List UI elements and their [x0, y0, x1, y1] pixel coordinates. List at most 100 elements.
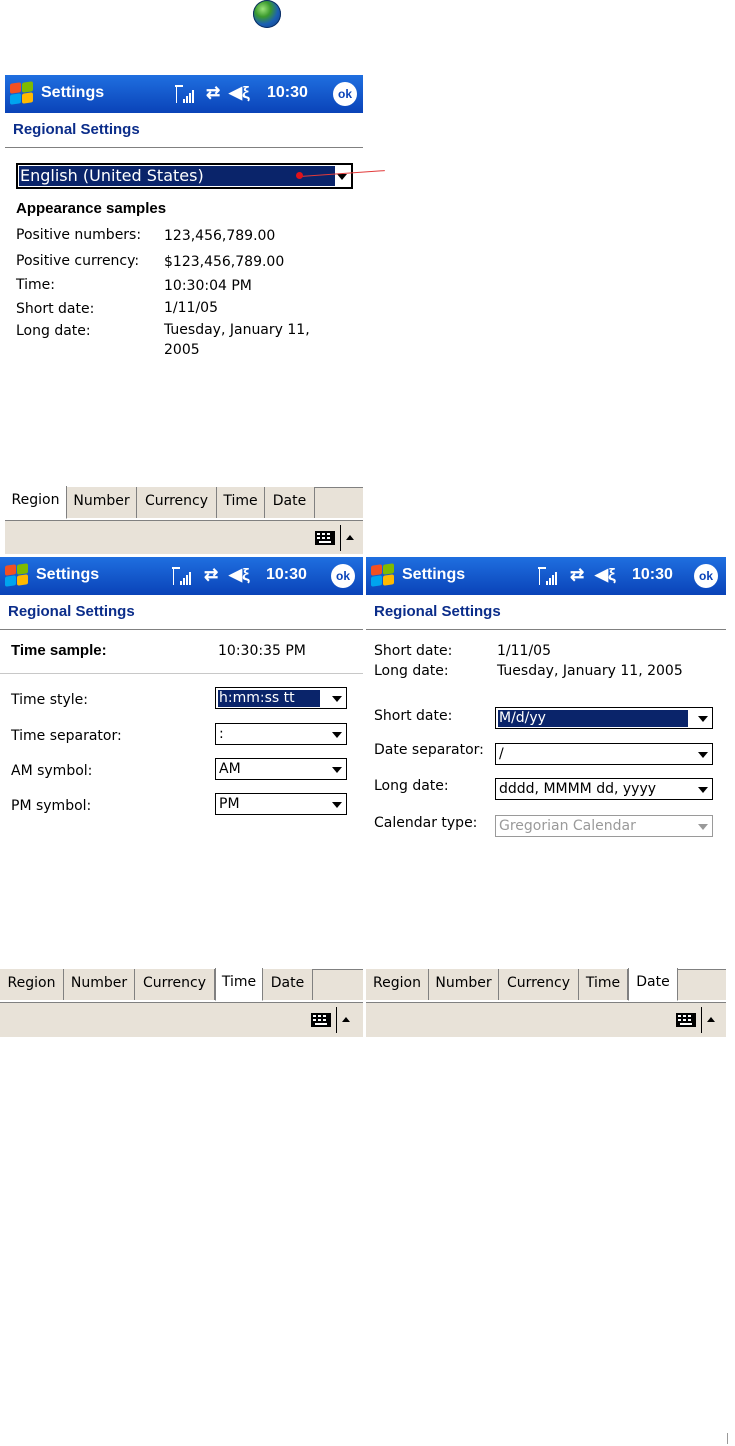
short-date-select[interactable]: M/d/yy [495, 707, 713, 729]
time-sample-value: 10:30:35 PM [218, 643, 306, 659]
tab-time[interactable]: Time [579, 969, 628, 1000]
page-title: Regional Settings [13, 121, 140, 138]
sample-value-time: 10:30:04 PM [164, 278, 252, 294]
globe-icon [253, 0, 281, 28]
short-date-value: M/d/yy [498, 710, 688, 727]
sample-value-numbers: 123,456,789.00 [164, 228, 276, 244]
tab-region[interactable]: Region [366, 969, 429, 1000]
page-title: Regional Settings [374, 603, 501, 620]
date-separator-label: Date separator: [374, 742, 484, 758]
time-style-label: Time style: [11, 692, 88, 708]
pm-symbol-select[interactable]: PM [215, 793, 347, 815]
menu-bar [0, 1002, 363, 1037]
sample-label-long-date: Long date: [374, 663, 449, 679]
sample-value-long-date: Tuesday, January 11, 2005 [497, 663, 683, 679]
sample-value-long-date-line2: 2005 [164, 342, 200, 358]
chevron-down-icon [332, 767, 342, 773]
long-date-select[interactable]: dddd, MMMM dd, yyyy [495, 778, 713, 800]
tab-region[interactable]: Region [5, 486, 67, 519]
sync-icon[interactable]: ⇄ [206, 83, 220, 103]
pm-symbol-value: PM [219, 796, 240, 812]
windows-start-icon[interactable] [370, 563, 396, 588]
speaker-muted-icon[interactable]: ◀ξ [229, 83, 250, 103]
tab-number[interactable]: Number [429, 969, 499, 1000]
signal-icon [538, 567, 560, 585]
page-header: Regional Settings [5, 113, 363, 148]
menu-bar [5, 520, 363, 554]
am-symbol-select[interactable]: AM [215, 758, 347, 780]
short-date-label: Short date: [374, 708, 453, 724]
chevron-down-icon [698, 824, 708, 830]
page-title: Regional Settings [8, 603, 135, 620]
tab-time[interactable]: Time [217, 487, 265, 518]
tab-region[interactable]: Region [0, 969, 64, 1000]
keyboard-icon[interactable] [676, 1013, 696, 1027]
tab-number[interactable]: Number [64, 969, 135, 1000]
tab-date[interactable]: Date [265, 487, 315, 518]
date-separator-select[interactable]: / [495, 743, 713, 765]
long-date-label: Long date: [374, 778, 449, 794]
tab-currency[interactable]: Currency [137, 487, 217, 518]
chevron-down-icon [698, 787, 708, 793]
signal-icon [175, 85, 197, 103]
menu-bar [366, 1002, 726, 1037]
chevron-down-icon [337, 174, 347, 180]
tab-time[interactable]: Time [215, 968, 263, 1001]
clock[interactable]: 10:30 [266, 566, 307, 584]
sample-value-short-date: 1/11/05 [497, 643, 551, 659]
time-style-select[interactable]: h:mm:ss tt [215, 687, 347, 709]
page-header: Regional Settings [366, 595, 726, 630]
chevron-down-icon [332, 696, 342, 702]
clock[interactable]: 10:30 [632, 566, 673, 584]
chevron-down-icon [698, 752, 708, 758]
tab-currency[interactable]: Currency [135, 969, 215, 1000]
ok-button[interactable]: ok [694, 564, 718, 588]
signal-icon [172, 567, 194, 585]
ok-button[interactable]: ok [333, 82, 357, 106]
time-separator-select[interactable]: : [215, 723, 347, 745]
calendar-type-value: Gregorian Calendar [499, 818, 636, 834]
app-title: Settings [41, 84, 105, 101]
sample-label-long-date: Long date: [16, 323, 91, 339]
chevron-down-icon [332, 732, 342, 738]
tab-bar: Region Number Currency Time Date [366, 968, 726, 1001]
callout-dot [296, 172, 303, 179]
sample-value-currency: $123,456,789.00 [164, 254, 285, 270]
calendar-type-label: Calendar type: [374, 815, 478, 831]
tab-date[interactable]: Date [263, 969, 313, 1000]
sip-arrow-icon[interactable] [342, 1017, 350, 1022]
speaker-muted-icon[interactable]: ◀ξ [229, 565, 250, 585]
sample-label-time: Time: [16, 277, 55, 293]
region-select-value: English (United States) [19, 166, 335, 186]
sip-arrow-icon[interactable] [707, 1017, 715, 1022]
tab-bar: Region Number Currency Time Date [5, 486, 363, 519]
windows-start-icon[interactable] [9, 81, 35, 106]
tab-bar: Region Number Currency Time Date [0, 968, 363, 1001]
sync-icon[interactable]: ⇄ [204, 565, 218, 585]
keyboard-icon[interactable] [315, 531, 335, 545]
am-symbol-label: AM symbol: [11, 763, 93, 779]
ok-button[interactable]: ok [331, 564, 355, 588]
tab-number[interactable]: Number [67, 487, 137, 518]
tab-currency[interactable]: Currency [499, 969, 579, 1000]
sip-arrow-icon[interactable] [346, 535, 354, 540]
speaker-muted-icon[interactable]: ◀ξ [595, 565, 616, 585]
pm-symbol-label: PM symbol: [11, 798, 92, 814]
time-separator-label: Time separator: [11, 728, 122, 744]
am-symbol-value: AM [219, 761, 241, 777]
sample-label-short-date: Short date: [374, 643, 453, 659]
time-sample-label: Time sample: [11, 642, 107, 659]
tab-date[interactable]: Date [628, 968, 678, 1001]
time-style-value: h:mm:ss tt [218, 690, 320, 707]
chevron-down-icon [332, 802, 342, 808]
sample-value-long-date-line1: Tuesday, January 11, [164, 322, 310, 338]
sync-icon[interactable]: ⇄ [570, 565, 584, 585]
clock[interactable]: 10:30 [267, 84, 308, 102]
title-bar: Settings ⇄ ◀ξ 10:30 ok [5, 75, 363, 113]
app-title: Settings [36, 566, 100, 583]
windows-start-icon[interactable] [4, 563, 30, 588]
calendar-type-select: Gregorian Calendar [495, 815, 713, 837]
keyboard-icon[interactable] [311, 1013, 331, 1027]
sample-label-numbers: Positive numbers: [16, 227, 142, 243]
sample-label-short-date: Short date: [16, 301, 95, 317]
